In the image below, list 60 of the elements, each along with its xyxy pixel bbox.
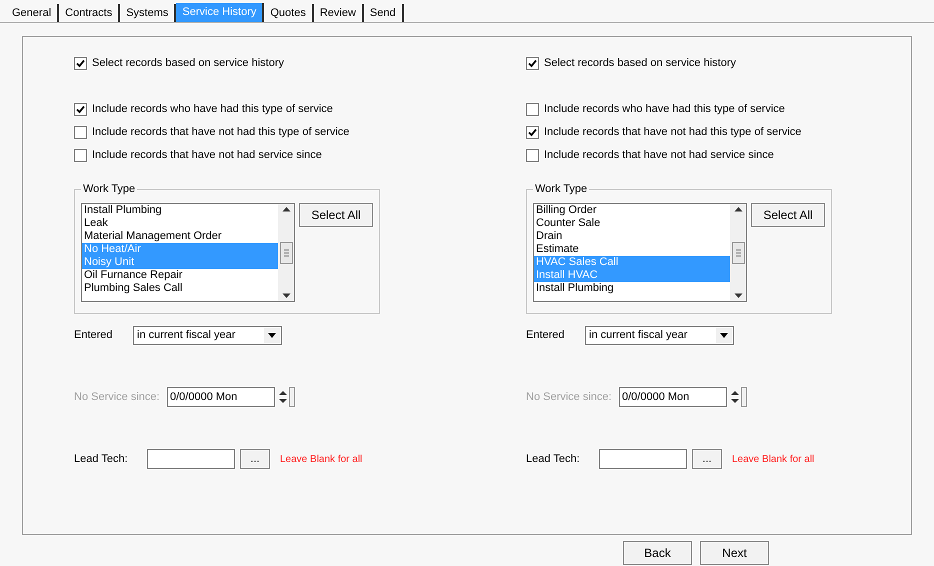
checkbox-label: Include records that have not had service since bbox=[92, 148, 322, 163]
checkbox[interactable] bbox=[526, 102, 539, 116]
entered-label: Entered bbox=[526, 328, 566, 344]
work-type-list[interactable]: Install Plumbing Leak Material Management Order No Heat/Air Noisy Unit Oil Furnance Repair Plumbing Sales Call bbox=[81, 203, 295, 302]
down-arrow-icon[interactable] bbox=[734, 293, 742, 299]
no-service-label: No Service since: bbox=[526, 390, 613, 405]
group-title: Work Type bbox=[533, 182, 590, 196]
checkbox[interactable] bbox=[74, 148, 87, 162]
scrollbar[interactable] bbox=[730, 204, 746, 301]
scrollbar[interactable] bbox=[278, 204, 294, 301]
lead-tech-field[interactable] bbox=[599, 449, 687, 469]
down-arrow-icon[interactable] bbox=[282, 293, 290, 299]
no-service-label: No Service since: bbox=[74, 390, 161, 405]
select-all-button[interactable]: Select All bbox=[299, 203, 373, 227]
checkbox-label: Include records who have had this type of service bbox=[544, 102, 785, 117]
list-item[interactable]: Counter Sale bbox=[534, 217, 730, 230]
checkbox-label: Include records that have not had this type of service bbox=[92, 124, 350, 140]
checkbox[interactable] bbox=[74, 102, 87, 116]
checkbox-label: Select records based on service history bbox=[544, 56, 736, 71]
up-arrow-icon[interactable] bbox=[282, 206, 290, 212]
list-item[interactable]: Leak bbox=[82, 217, 278, 230]
checkbox-label: Select records based on service history bbox=[92, 56, 284, 71]
list-item[interactable]: Drain bbox=[534, 230, 730, 243]
list-item[interactable]: Estimate bbox=[534, 243, 730, 256]
list-item[interactable]: Oil Furnance Repair bbox=[82, 269, 278, 282]
scroll-thumb-icon[interactable] bbox=[280, 242, 292, 264]
select-all-button[interactable]: Select All bbox=[751, 203, 825, 227]
entered-label: Entered bbox=[74, 328, 114, 344]
list-item[interactable]: Material Management Order bbox=[82, 230, 278, 243]
checkbox[interactable] bbox=[74, 56, 87, 70]
list-item[interactable]: Billing Order bbox=[534, 204, 730, 217]
group-title: Work Type bbox=[81, 182, 138, 196]
list-item[interactable]: Plumbing Sales Call bbox=[82, 282, 278, 295]
checkmark-icon bbox=[528, 128, 537, 136]
checkbox[interactable] bbox=[526, 56, 539, 70]
entered-dropdown[interactable]: in current fiscal year bbox=[585, 326, 734, 345]
browse-button[interactable]: ... bbox=[692, 449, 722, 469]
checkbox-label: Include records that have not had service since bbox=[544, 148, 774, 163]
checkmark-icon bbox=[76, 58, 85, 68]
scroll-thumb-icon[interactable] bbox=[732, 242, 744, 264]
checkbox[interactable] bbox=[526, 148, 539, 162]
hint-text: Leave Blank for all bbox=[732, 452, 814, 466]
up-arrow-icon[interactable] bbox=[734, 206, 742, 212]
list-item[interactable]: Install Plumbing bbox=[534, 282, 730, 295]
checkmark-icon bbox=[528, 58, 537, 68]
work-type-list[interactable]: Billing Order Counter Sale Drain Estimate HVAC Sales Call Install HVAC Install Plumbing bbox=[533, 203, 747, 302]
nav-button[interactable]: Next bbox=[700, 541, 769, 565]
list-item[interactable]: Install Plumbing bbox=[82, 204, 278, 217]
entered-dropdown[interactable]: in current fiscal year bbox=[133, 326, 282, 345]
lead-tech-field[interactable] bbox=[147, 449, 235, 469]
checkmark-icon bbox=[76, 104, 85, 114]
lead-tech-label: Lead Tech: bbox=[526, 452, 581, 467]
checkbox-label: Include records who have had this type of service bbox=[92, 102, 333, 117]
nav-button[interactable]: Back bbox=[623, 541, 692, 565]
checkbox[interactable] bbox=[74, 126, 87, 138]
browse-button[interactable]: ... bbox=[240, 449, 270, 469]
checkbox-label: Include records that have not had this type of service bbox=[544, 124, 802, 140]
hint-text: Leave Blank for all bbox=[280, 452, 362, 466]
checkbox[interactable] bbox=[526, 126, 539, 138]
lead-tech-label: Lead Tech: bbox=[74, 452, 129, 467]
